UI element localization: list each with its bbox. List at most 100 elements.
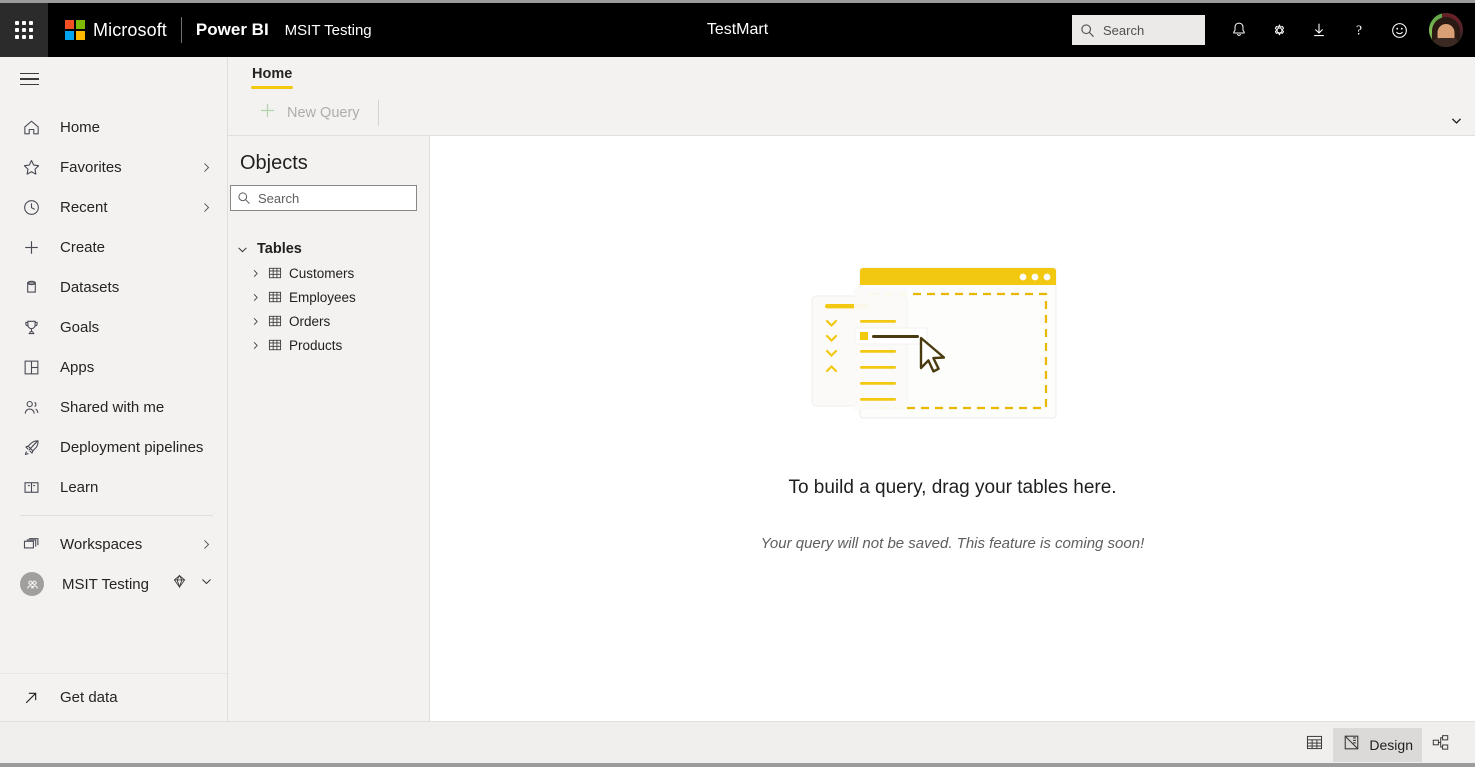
microsoft-logo[interactable]: Microsoft [65,20,167,41]
sidebar-item-recent[interactable]: Recent [0,187,227,227]
ribbon-separator [377,100,379,126]
workspaces-icon [20,533,42,555]
chevron-right-icon [250,340,261,351]
sidebar-item-goals[interactable]: Goals [0,307,227,347]
plus-icon [258,101,277,125]
sidebar-item-deployment-pipelines[interactable]: Deployment pipelines [0,427,227,467]
chevron-right-icon [200,161,213,174]
header-divider [180,17,182,43]
table-label: Orders [289,313,331,329]
download-button[interactable] [1299,8,1339,52]
main-column: Home New Query Objects Search Tables Cus… [228,57,1475,721]
sidebar-item-label: Workspaces [60,535,143,553]
expand-ribbon-button[interactable] [1445,109,1467,131]
new-query-label: New Query [287,105,360,121]
trophy-icon [20,316,42,338]
status-bar: Design [0,721,1475,767]
sidebar-item-label: Home [60,118,101,136]
drag-tables-illustration [808,258,1098,435]
product-name[interactable]: Power BI [196,20,269,40]
notifications-button[interactable] [1219,8,1259,52]
sidebar-item-workspaces[interactable]: Workspaces [0,524,227,564]
get-data-button[interactable]: Get data [0,673,227,721]
sidebar-item-label: MSIT Testing [62,575,149,593]
star-icon [20,156,42,178]
microsoft-logo-icon [65,20,85,40]
sidebar-item-create[interactable]: Create [0,227,227,267]
table-node-products[interactable]: Products [228,333,429,357]
app-header: Microsoft Power BI MSIT Testing TestMart… [0,0,1475,57]
svg-text:?: ? [1356,23,1362,38]
sidebar-item-learn[interactable]: Learn [0,467,227,507]
chevron-down-icon[interactable] [200,575,213,593]
empty-state-subtext: Your query will not be saved. This featu… [760,534,1145,552]
sidebar-item-label: Create [60,238,106,256]
table-label: Products [289,337,343,353]
tree-group-label: Tables [257,241,302,257]
objects-search-input[interactable]: Search [230,185,417,211]
tab-home[interactable]: Home [240,57,304,91]
chevron-right-icon [250,268,261,279]
table-icon [268,266,282,280]
model-diagram-icon [1431,733,1450,757]
new-query-button[interactable]: New Query [250,97,368,129]
sidebar-item-label: Shared with me [60,398,165,416]
sidebar-item-label: Recent [60,198,108,216]
table-node-customers[interactable]: Customers [228,261,429,285]
people-icon [20,396,42,418]
premium-diamond-icon [171,573,188,595]
sidebar-item-label: Goals [60,318,100,336]
sidebar-item-shared-with-me[interactable]: Shared with me [0,387,227,427]
table-node-orders[interactable]: Orders [228,309,429,333]
chevron-right-icon [200,538,213,551]
model-view-button[interactable] [1422,728,1459,762]
ribbon-tabstrip: Home [228,57,1475,91]
sidebar-item-apps[interactable]: Apps [0,347,227,387]
workspace-trailing-icons [171,573,213,595]
brand-label: Microsoft [93,19,167,40]
nav-divider [20,515,213,516]
window-bottom-edge [0,763,1475,767]
tree-group-tables[interactable]: Tables [228,237,429,261]
arrow-up-right-icon [20,687,42,709]
objects-search-placeholder: Search [258,190,300,206]
design-ruler-icon [1342,733,1361,757]
sidebar-item-favorites[interactable]: Favorites [0,147,227,187]
objects-panel: Objects Search Tables Customers Employee… [228,136,430,721]
app-launcher-button[interactable] [0,3,48,57]
sidebar-item-current-workspace[interactable]: MSIT Testing [0,564,227,604]
sidebar-item-label: Deployment pipelines [60,438,204,456]
global-search-input[interactable]: Search [1072,15,1205,45]
data-view-button[interactable] [1296,728,1333,762]
sidebar-item-label: Favorites [60,158,122,176]
table-icon [268,338,282,352]
gear-icon [1274,24,1284,35]
tab-label: Home [252,66,293,82]
app-body: Home Favorites Recent Create Datasets Go… [0,57,1475,721]
feedback-button[interactable] [1379,8,1419,52]
nav-collapse-button[interactable] [0,57,227,101]
clock-icon [20,196,42,218]
search-icon [1081,23,1094,37]
download-icon [1314,23,1324,37]
ribbon-commands: New Query [228,91,1475,135]
chevron-down-icon [1451,117,1461,124]
header-actions: Search ? [1072,3,1475,57]
chevron-right-icon [250,316,261,327]
get-data-label: Get data [60,689,118,706]
apps-icon [20,356,42,378]
help-button[interactable]: ? [1339,8,1379,52]
user-avatar[interactable] [1429,13,1463,47]
left-navigation: Home Favorites Recent Create Datasets Go… [0,57,228,721]
design-view-button[interactable]: Design [1333,727,1422,762]
header-workspace-name[interactable]: MSIT Testing [285,22,372,39]
home-icon [20,116,42,138]
sidebar-item-home[interactable]: Home [0,107,227,147]
power-bi-window: Microsoft Power BI MSIT Testing TestMart… [0,0,1475,767]
query-canvas[interactable]: To build a query, drag your tables here.… [430,136,1475,721]
workspace-avatar [20,572,44,596]
sidebar-item-datasets[interactable]: Datasets [0,267,227,307]
settings-button[interactable] [1259,8,1299,52]
chevron-down-icon [236,243,249,256]
table-node-employees[interactable]: Employees [228,285,429,309]
